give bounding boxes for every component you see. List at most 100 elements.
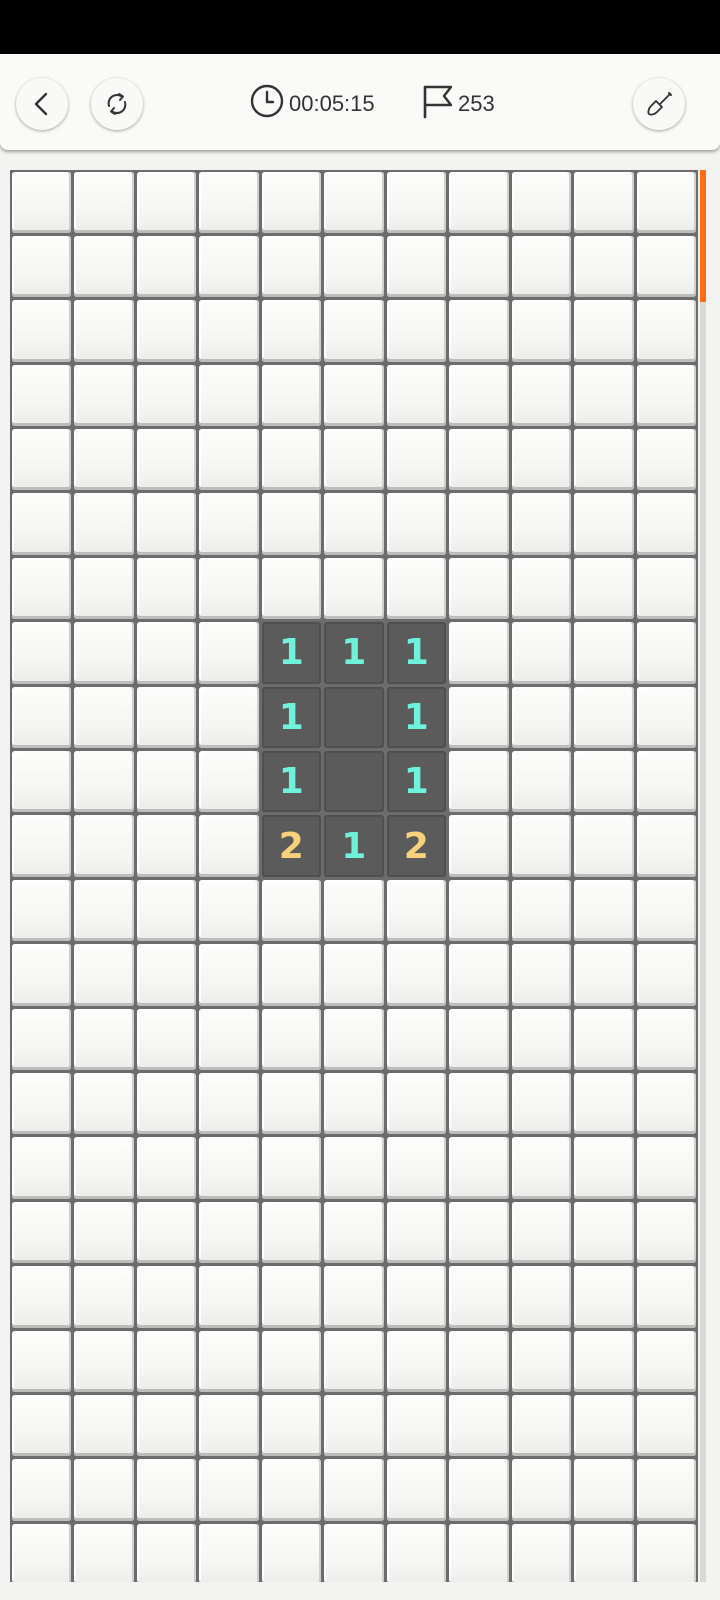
unrevealed-cell[interactable] bbox=[511, 1459, 571, 1521]
unrevealed-cell[interactable] bbox=[324, 1201, 384, 1264]
unrevealed-cell[interactable] bbox=[386, 1459, 446, 1521]
unrevealed-cell[interactable] bbox=[11, 235, 71, 298]
unrevealed-cell[interactable] bbox=[386, 300, 446, 362]
unrevealed-cell[interactable] bbox=[636, 364, 696, 427]
unrevealed-cell[interactable] bbox=[511, 1330, 571, 1392]
unrevealed-cell[interactable] bbox=[261, 1330, 321, 1392]
unrevealed-cell[interactable] bbox=[74, 557, 134, 620]
unrevealed-cell[interactable] bbox=[199, 1523, 259, 1582]
unrevealed-cell[interactable] bbox=[74, 1008, 134, 1070]
unrevealed-cell[interactable] bbox=[11, 364, 71, 427]
unrevealed-cell[interactable] bbox=[136, 944, 196, 1006]
unrevealed-cell[interactable] bbox=[636, 1008, 696, 1070]
unrevealed-cell[interactable] bbox=[574, 1523, 634, 1582]
unrevealed-cell[interactable] bbox=[386, 1523, 446, 1582]
revealed-cell-number[interactable]: 1 bbox=[261, 751, 321, 813]
revealed-cell-empty[interactable] bbox=[324, 686, 384, 749]
unrevealed-cell[interactable] bbox=[449, 1008, 509, 1070]
unrevealed-cell[interactable] bbox=[261, 1459, 321, 1521]
unrevealed-cell[interactable] bbox=[11, 557, 71, 620]
unrevealed-cell[interactable] bbox=[261, 171, 321, 233]
unrevealed-cell[interactable] bbox=[199, 815, 259, 877]
unrevealed-cell[interactable] bbox=[449, 235, 509, 298]
unrevealed-cell[interactable] bbox=[11, 429, 71, 491]
revealed-cell-number[interactable]: 2 bbox=[386, 815, 446, 877]
unrevealed-cell[interactable] bbox=[449, 815, 509, 877]
unrevealed-cell[interactable] bbox=[11, 1008, 71, 1070]
unrevealed-cell[interactable] bbox=[74, 815, 134, 877]
unrevealed-cell[interactable] bbox=[261, 235, 321, 298]
unrevealed-cell[interactable] bbox=[449, 686, 509, 749]
unrevealed-cell[interactable] bbox=[574, 1330, 634, 1392]
unrevealed-cell[interactable] bbox=[511, 1523, 571, 1582]
unrevealed-cell[interactable] bbox=[574, 235, 634, 298]
unrevealed-cell[interactable] bbox=[449, 429, 509, 491]
unrevealed-cell[interactable] bbox=[386, 1201, 446, 1264]
unrevealed-cell[interactable] bbox=[636, 1459, 696, 1521]
unrevealed-cell[interactable] bbox=[511, 1394, 571, 1457]
restart-button[interactable] bbox=[91, 78, 143, 130]
unrevealed-cell[interactable] bbox=[574, 751, 634, 813]
unrevealed-cell[interactable] bbox=[11, 751, 71, 813]
unrevealed-cell[interactable] bbox=[74, 171, 134, 233]
unrevealed-cell[interactable] bbox=[199, 1072, 259, 1135]
unrevealed-cell[interactable] bbox=[136, 300, 196, 362]
unrevealed-cell[interactable] bbox=[511, 1008, 571, 1070]
revealed-cell-number[interactable]: 1 bbox=[324, 815, 384, 877]
dig-mode-button[interactable] bbox=[633, 78, 685, 130]
unrevealed-cell[interactable] bbox=[449, 300, 509, 362]
unrevealed-cell[interactable] bbox=[11, 1330, 71, 1392]
unrevealed-cell[interactable] bbox=[261, 429, 321, 491]
unrevealed-cell[interactable] bbox=[199, 1459, 259, 1521]
revealed-cell-number[interactable]: 1 bbox=[386, 686, 446, 749]
unrevealed-cell[interactable] bbox=[199, 364, 259, 427]
unrevealed-cell[interactable] bbox=[574, 1201, 634, 1264]
unrevealed-cell[interactable] bbox=[386, 364, 446, 427]
unrevealed-cell[interactable] bbox=[199, 493, 259, 555]
unrevealed-cell[interactable] bbox=[636, 1072, 696, 1135]
unrevealed-cell[interactable] bbox=[136, 686, 196, 749]
unrevealed-cell[interactable] bbox=[74, 944, 134, 1006]
unrevealed-cell[interactable] bbox=[574, 1008, 634, 1070]
unrevealed-cell[interactable] bbox=[136, 1072, 196, 1135]
unrevealed-cell[interactable] bbox=[574, 557, 634, 620]
unrevealed-cell[interactable] bbox=[136, 171, 196, 233]
unrevealed-cell[interactable] bbox=[386, 429, 446, 491]
unrevealed-cell[interactable] bbox=[511, 235, 571, 298]
unrevealed-cell[interactable] bbox=[449, 1266, 509, 1328]
unrevealed-cell[interactable] bbox=[74, 429, 134, 491]
unrevealed-cell[interactable] bbox=[511, 364, 571, 427]
unrevealed-cell[interactable] bbox=[136, 1394, 196, 1457]
unrevealed-cell[interactable] bbox=[511, 944, 571, 1006]
unrevealed-cell[interactable] bbox=[636, 622, 696, 684]
unrevealed-cell[interactable] bbox=[11, 1266, 71, 1328]
unrevealed-cell[interactable] bbox=[636, 686, 696, 749]
unrevealed-cell[interactable] bbox=[11, 879, 71, 942]
unrevealed-cell[interactable] bbox=[136, 557, 196, 620]
unrevealed-cell[interactable] bbox=[636, 429, 696, 491]
unrevealed-cell[interactable] bbox=[511, 1072, 571, 1135]
unrevealed-cell[interactable] bbox=[261, 364, 321, 427]
unrevealed-cell[interactable] bbox=[511, 815, 571, 877]
unrevealed-cell[interactable] bbox=[636, 493, 696, 555]
unrevealed-cell[interactable] bbox=[386, 1008, 446, 1070]
unrevealed-cell[interactable] bbox=[324, 1266, 384, 1328]
unrevealed-cell[interactable] bbox=[199, 1266, 259, 1328]
unrevealed-cell[interactable] bbox=[636, 300, 696, 362]
unrevealed-cell[interactable] bbox=[636, 171, 696, 233]
unrevealed-cell[interactable] bbox=[386, 171, 446, 233]
unrevealed-cell[interactable] bbox=[74, 1394, 134, 1457]
unrevealed-cell[interactable] bbox=[199, 429, 259, 491]
unrevealed-cell[interactable] bbox=[136, 364, 196, 427]
unrevealed-cell[interactable] bbox=[386, 1137, 446, 1199]
unrevealed-cell[interactable] bbox=[324, 557, 384, 620]
unrevealed-cell[interactable] bbox=[11, 493, 71, 555]
unrevealed-cell[interactable] bbox=[136, 429, 196, 491]
unrevealed-cell[interactable] bbox=[11, 815, 71, 877]
unrevealed-cell[interactable] bbox=[511, 751, 571, 813]
unrevealed-cell[interactable] bbox=[11, 1394, 71, 1457]
unrevealed-cell[interactable] bbox=[449, 1459, 509, 1521]
unrevealed-cell[interactable] bbox=[74, 1266, 134, 1328]
revealed-cell-empty[interactable] bbox=[324, 751, 384, 813]
unrevealed-cell[interactable] bbox=[74, 1201, 134, 1264]
